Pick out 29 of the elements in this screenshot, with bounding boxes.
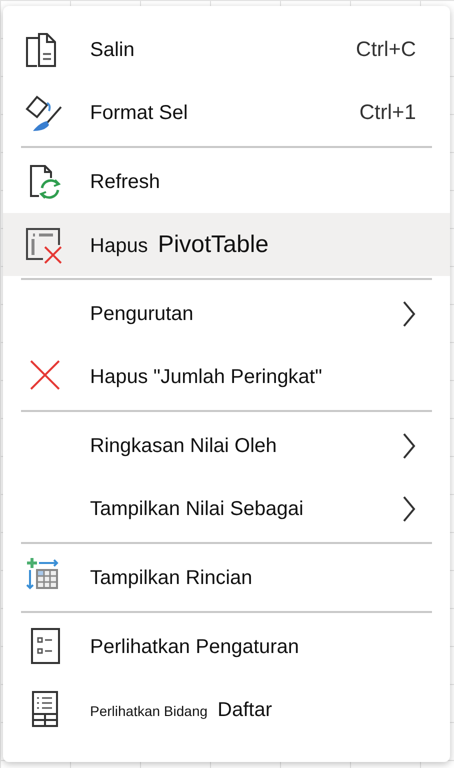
menu-item-label: Tampilkan Rincian — [90, 566, 252, 590]
menu-item-label: Salin — [90, 38, 134, 62]
shortcut-text: Ctrl+C — [356, 36, 416, 63]
menu-item-label: Daftar — [218, 698, 272, 722]
menu-item[interactable]: Tampilkan Rincian — [3, 546, 450, 609]
menu-item[interactable]: Hapus PivotTable — [3, 213, 450, 276]
menu-item[interactable]: Tampilkan Nilai Sebagai — [3, 477, 450, 540]
menu-item-label: Hapus — [90, 234, 148, 258]
menu-item-label: PivotTable — [158, 230, 269, 260]
chevron-right-icon — [402, 300, 416, 326]
menu-item-label: Perlihatkan Bidang — [90, 702, 208, 721]
menu-item[interactable]: Format Sel Ctrl+1 — [3, 81, 450, 144]
menu-item[interactable]: Salin Ctrl+C — [3, 18, 450, 81]
menu-item[interactable]: Perlihatkan Bidang Daftar — [3, 678, 450, 741]
menu-item-label: Format Sel — [90, 100, 188, 126]
menu-item-label: Hapus "Jumlah Peringkat" — [90, 364, 322, 390]
chevron-right-icon — [402, 432, 416, 458]
shortcut-text: Ctrl+1 — [359, 100, 416, 126]
menu-item-label: Pengurutan — [90, 302, 194, 326]
menu-item[interactable]: Pengurutan — [3, 282, 450, 345]
menu-item[interactable]: Hapus "Jumlah Peringkat" — [3, 345, 450, 408]
menu-item-label: Tampilkan Nilai Sebagai — [90, 496, 304, 522]
menu-item-label: Ringkasan Nilai Oleh — [90, 434, 277, 458]
menu-item-label: Refresh — [90, 170, 160, 194]
menu-item-label: Perlihatkan Pengaturan — [90, 634, 300, 660]
chevron-right-icon — [402, 496, 416, 522]
menu-item[interactable]: Perlihatkan Pengaturan — [3, 615, 450, 678]
menu-item[interactable]: Refresh — [3, 150, 450, 213]
menu-item[interactable]: Ringkasan Nilai Oleh — [3, 414, 450, 477]
